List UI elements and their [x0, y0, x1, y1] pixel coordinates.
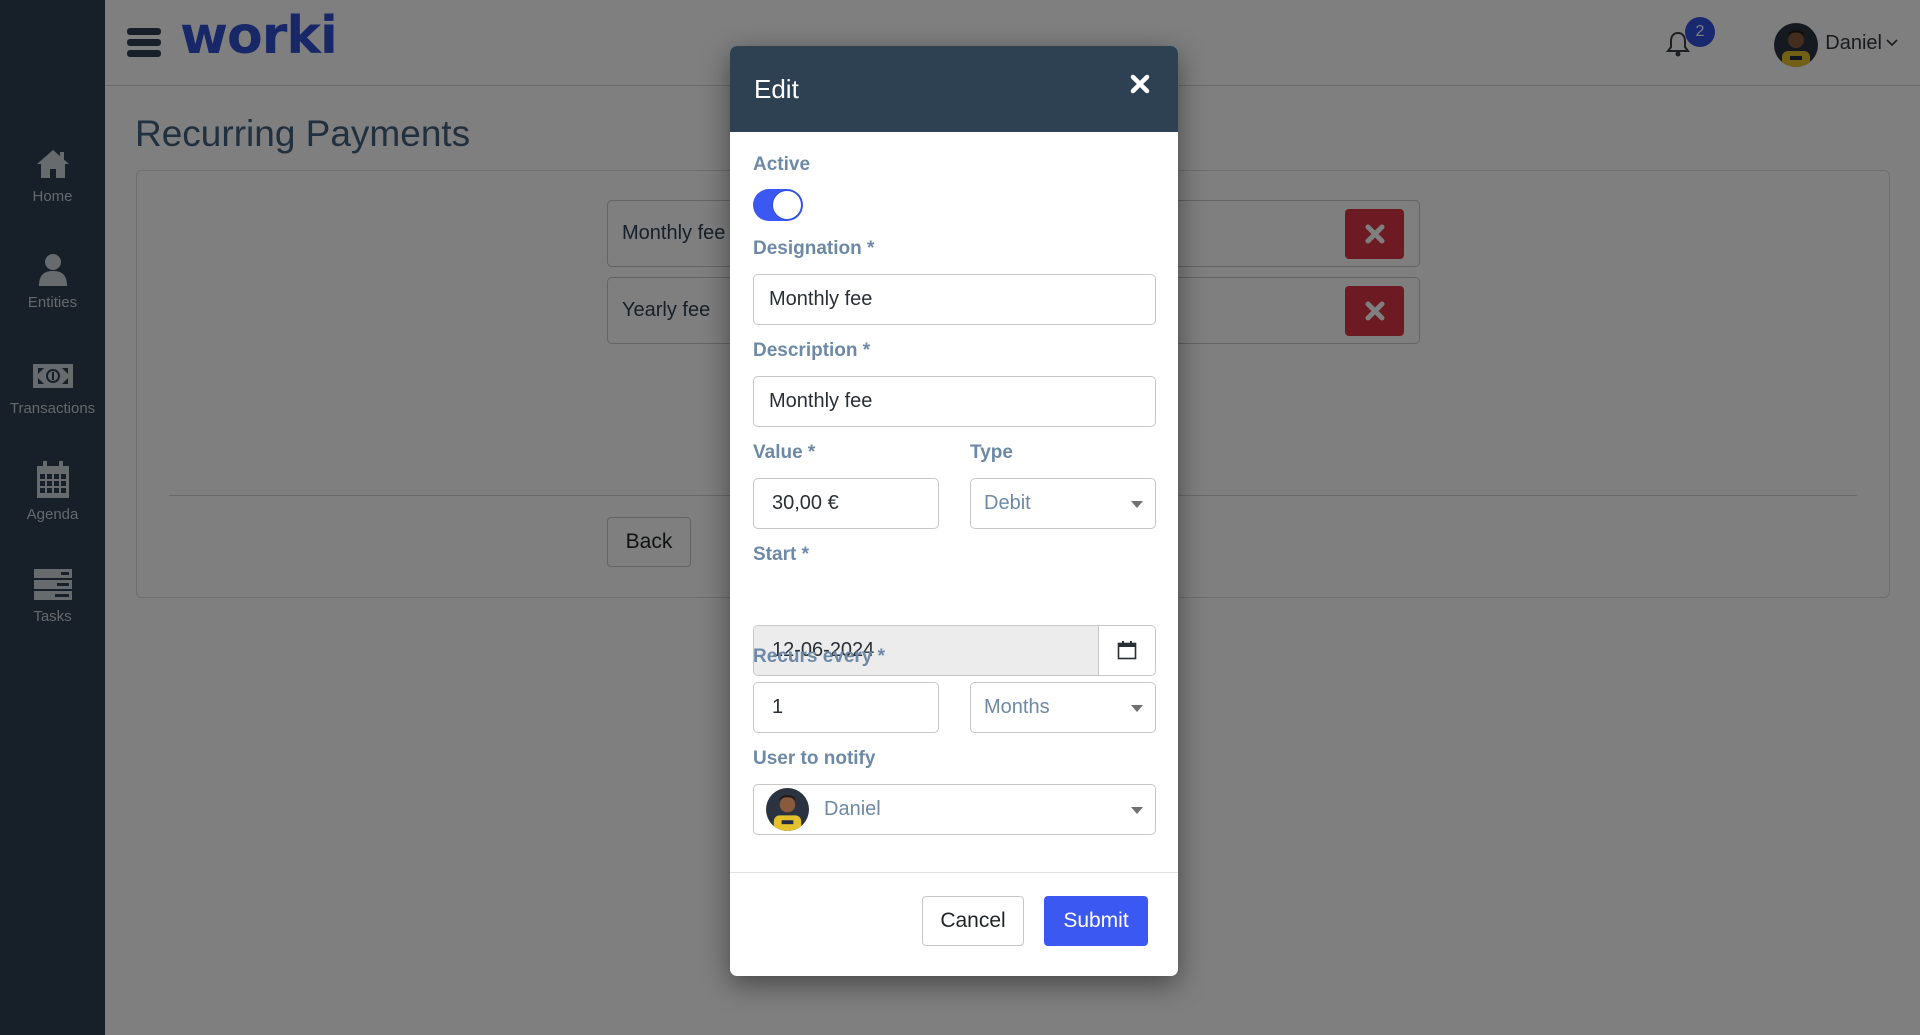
- caret-down-icon: [1131, 705, 1143, 712]
- user-to-notify-select[interactable]: Daniel: [753, 784, 1156, 835]
- user-to-notify-label: User to notify: [753, 748, 876, 769]
- designation-input[interactable]: Monthly fee: [753, 274, 1156, 325]
- designation-label: Designation *: [753, 238, 875, 259]
- toggle-knob: [772, 190, 802, 220]
- avatar: [766, 788, 809, 831]
- value-input[interactable]: 30,00 €: [753, 478, 939, 529]
- recurs-unit-select[interactable]: Months: [970, 682, 1156, 733]
- modal-title: Edit: [754, 74, 799, 104]
- close-icon[interactable]: [1130, 74, 1150, 94]
- active-label: Active: [753, 154, 811, 175]
- recurs-every-input[interactable]: 1: [753, 682, 939, 733]
- user-to-notify-value: Daniel: [824, 798, 881, 820]
- start-label: Start *: [753, 544, 809, 565]
- recurs-every-label: Recurs every *: [753, 646, 886, 667]
- recurs-unit-value: Months: [984, 696, 1050, 718]
- caret-down-icon: [1131, 807, 1143, 814]
- cancel-button[interactable]: Cancel: [922, 896, 1024, 946]
- type-select[interactable]: Debit: [970, 478, 1156, 529]
- divider: [730, 872, 1178, 873]
- edit-modal: Edit Active Designation * Monthly fee De…: [730, 46, 1178, 976]
- calendar-icon: [1117, 641, 1137, 660]
- date-picker-button[interactable]: [1099, 626, 1155, 675]
- value-label: Value *: [753, 442, 816, 463]
- modal-header: Edit: [730, 46, 1178, 132]
- active-toggle[interactable]: [753, 189, 803, 221]
- caret-down-icon: [1131, 501, 1143, 508]
- submit-button[interactable]: Submit: [1044, 896, 1148, 946]
- description-input[interactable]: Monthly fee: [753, 376, 1156, 427]
- type-select-value: Debit: [984, 492, 1031, 514]
- type-label: Type: [970, 442, 1013, 463]
- description-label: Description *: [753, 340, 871, 361]
